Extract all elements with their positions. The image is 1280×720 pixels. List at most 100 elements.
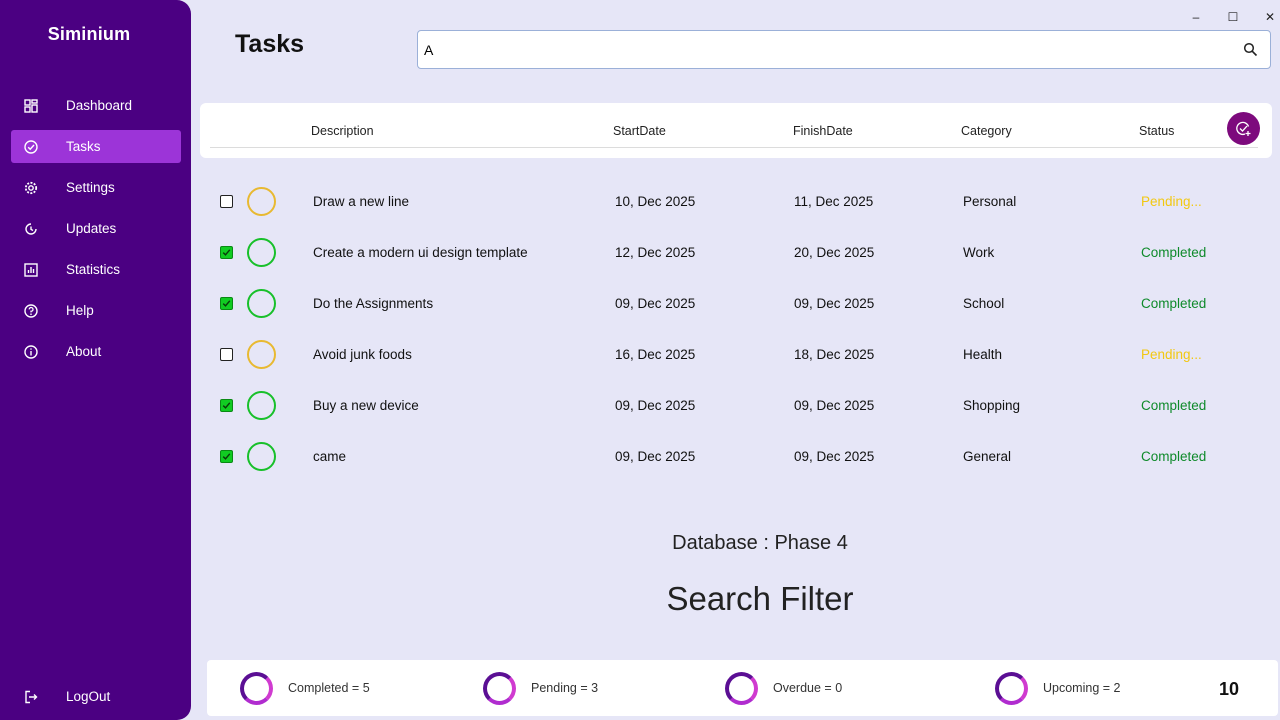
task-description: Buy a new device <box>313 398 419 413</box>
sidebar-item-label: Updates <box>66 221 117 236</box>
progress-ring-icon <box>240 671 273 705</box>
table-row[interactable]: Do the Assignments 09, Dec 2025 09, Dec 20… <box>200 280 1272 331</box>
task-category: General <box>963 449 1012 464</box>
minimize-button[interactable]: – <box>1181 8 1211 26</box>
dashboard-icon <box>24 98 38 113</box>
column-header-finishdate[interactable]: FinishDate <box>793 124 853 138</box>
sidebar-item-help[interactable]: Help <box>11 294 181 327</box>
task-checkbox[interactable] <box>220 399 233 412</box>
header-divider <box>210 147 1258 148</box>
column-header-description[interactable]: Description <box>311 124 374 138</box>
help-icon <box>24 303 38 318</box>
progress-ring-icon <box>483 671 516 705</box>
stat-label: Overdue = 0 <box>773 681 843 695</box>
info-icon <box>24 344 38 359</box>
filter-label: Search Filter <box>666 580 854 617</box>
sidebar: Siminium Dashboard Tasks Settings Update… <box>0 0 191 720</box>
task-description: Draw a new line <box>313 194 410 209</box>
status-ring-icon <box>247 187 276 216</box>
sidebar-item-label: Statistics <box>66 262 121 277</box>
task-finish-date: 20, Dec 2025 <box>794 245 875 260</box>
database-label: Database : Phase 4 <box>672 532 848 554</box>
sidebar-item-label: Tasks <box>66 139 101 154</box>
sidebar-item-dashboard[interactable]: Dashboard <box>11 89 181 122</box>
sidebar-item-label: About <box>66 344 102 359</box>
task-description: Avoid junk foods <box>313 347 412 362</box>
search-box <box>417 30 1271 69</box>
logout-label: LogOut <box>66 689 111 704</box>
task-category: Personal <box>963 194 1017 209</box>
search-icon[interactable] <box>1243 42 1258 57</box>
task-start-date: 16, Dec 2025 <box>615 347 696 362</box>
maximize-button[interactable]: ☐ <box>1218 8 1248 26</box>
task-start-date: 09, Dec 2025 <box>615 449 696 464</box>
sidebar-item-updates[interactable]: Updates <box>11 212 181 245</box>
table-row[interactable]: Draw a new line 10, Dec 2025 11, Dec 2025 P… <box>200 178 1272 229</box>
sidebar-item-label: Settings <box>66 180 115 195</box>
progress-ring-icon <box>725 671 758 705</box>
task-category: Shopping <box>963 398 1021 413</box>
add-task-icon <box>1236 121 1251 136</box>
sidebar-item-about[interactable]: About <box>11 335 181 368</box>
task-status: Completed <box>1141 296 1207 311</box>
task-category: Work <box>963 245 995 260</box>
stat-overdue: Overdue = 0 <box>725 671 842 705</box>
task-status: Pending... <box>1141 347 1202 362</box>
sidebar-item-label: Dashboard <box>66 98 133 113</box>
progress-ring-icon <box>995 671 1028 705</box>
task-checkbox[interactable] <box>220 450 233 463</box>
app-brand: Siminium <box>47 24 131 44</box>
task-checkbox[interactable] <box>220 297 233 310</box>
total-count: 10 <box>1219 679 1240 699</box>
task-finish-date: 09, Dec 2025 <box>794 449 875 464</box>
table-row[interactable]: Avoid junk foods 16, Dec 2025 18, Dec 2025… <box>200 331 1272 382</box>
close-button[interactable]: ✕ <box>1255 8 1280 26</box>
task-status: Completed <box>1141 398 1207 413</box>
sidebar-item-tasks[interactable]: Tasks <box>11 130 181 163</box>
sidebar-item-statistics[interactable]: Statistics <box>11 253 181 286</box>
sidebar-item-settings[interactable]: Settings <box>11 171 181 204</box>
column-header-status[interactable]: Status <box>1139 124 1174 138</box>
gear-icon <box>24 181 38 195</box>
task-finish-date: 11, Dec 2025 <box>794 194 874 209</box>
page-title: Tasks <box>235 30 305 58</box>
statistics-icon <box>24 262 38 277</box>
status-ring-icon <box>247 289 276 318</box>
stat-label: Pending = 3 <box>531 681 599 695</box>
task-description: came <box>313 449 347 464</box>
search-input[interactable] <box>424 39 1224 61</box>
status-ring-icon <box>247 340 276 369</box>
add-task-button[interactable] <box>1227 112 1260 145</box>
column-header-startdate[interactable]: StartDate <box>613 124 666 138</box>
table-header: Description StartDate FinishDate Categor… <box>200 103 1272 158</box>
task-checkbox[interactable] <box>220 246 233 259</box>
sidebar-item-label: Help <box>66 303 94 318</box>
logout-icon <box>24 690 38 704</box>
stat-label: Completed = 5 <box>288 681 370 695</box>
status-ring-icon <box>247 238 276 267</box>
task-checkbox[interactable] <box>220 195 233 208</box>
stat-upcoming: Upcoming = 2 <box>995 671 1120 705</box>
task-checkbox[interactable] <box>220 348 233 361</box>
task-status: Completed <box>1141 245 1207 260</box>
task-status: Pending... <box>1141 194 1202 209</box>
task-finish-date: 18, Dec 2025 <box>794 347 875 362</box>
status-ring-icon <box>247 391 276 420</box>
task-description: Do the Assignments <box>313 296 434 311</box>
column-header-category[interactable]: Category <box>961 124 1012 138</box>
status-ring-icon <box>247 442 276 471</box>
table-row[interactable]: came 09, Dec 2025 09, Dec 2025 General Compl… <box>200 433 1272 484</box>
task-start-date: 10, Dec 2025 <box>615 194 696 209</box>
stat-completed: Completed = 5 <box>240 671 370 705</box>
stats-footer: Completed = 5 Pending = 3 Overdue = 0 Up… <box>207 660 1278 716</box>
stat-label: Upcoming = 2 <box>1043 681 1121 695</box>
table-row[interactable]: Buy a new device 09, Dec 2025 09, Dec 2025… <box>200 382 1272 433</box>
task-description: Create a modern ui design template <box>313 245 528 260</box>
table-row[interactable]: Create a modern ui design template 12, De… <box>200 229 1272 280</box>
logout-button[interactable]: LogOut <box>11 680 181 713</box>
task-start-date: 12, Dec 2025 <box>615 245 696 260</box>
task-start-date: 09, Dec 2025 <box>615 296 696 311</box>
updates-icon <box>24 222 38 236</box>
task-finish-date: 09, Dec 2025 <box>794 398 875 413</box>
task-status: Completed <box>1141 449 1207 464</box>
